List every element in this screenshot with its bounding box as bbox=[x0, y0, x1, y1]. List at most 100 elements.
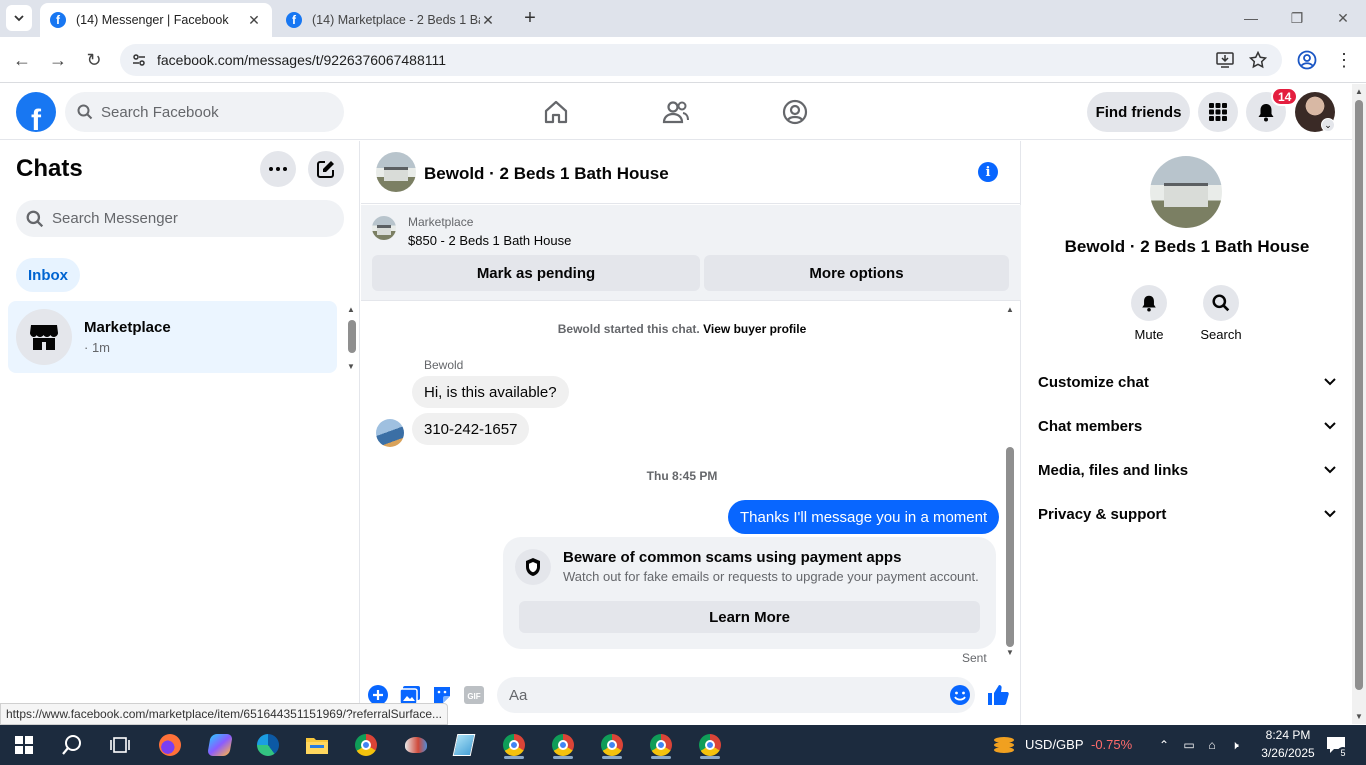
chrome-profile-icon[interactable] bbox=[549, 731, 577, 759]
profile-icon[interactable] bbox=[1295, 48, 1319, 72]
bookmark-star-icon[interactable] bbox=[1246, 48, 1270, 72]
notification-badge: 14 bbox=[1271, 87, 1299, 106]
message-input[interactable] bbox=[509, 686, 929, 704]
scroll-down-arrow[interactable]: ▼ bbox=[347, 362, 355, 371]
chat-name: Marketplace bbox=[84, 319, 171, 336]
chrome-icon[interactable] bbox=[352, 731, 380, 759]
thumbs-up-icon[interactable] bbox=[987, 684, 1009, 706]
friends-icon[interactable] bbox=[660, 96, 692, 128]
scroll-thumb[interactable] bbox=[1006, 447, 1014, 647]
search-action[interactable]: Search bbox=[1191, 285, 1251, 342]
chat-members-section[interactable]: Chat members bbox=[1030, 404, 1344, 448]
app-icon[interactable] bbox=[402, 731, 430, 759]
details-avatar[interactable] bbox=[1150, 156, 1222, 228]
chrome-profile-icon[interactable] bbox=[598, 731, 626, 759]
learn-more-button[interactable]: Learn More bbox=[519, 601, 980, 633]
link-status-bubble: https://www.facebook.com/marketplace/ite… bbox=[0, 703, 449, 725]
facebook-logo[interactable]: f bbox=[16, 92, 56, 132]
close-window-button[interactable]: ✕ bbox=[1320, 6, 1366, 30]
outgoing-message[interactable]: Thanks I'll message you in a moment bbox=[728, 500, 1000, 534]
sender-avatar[interactable] bbox=[376, 419, 404, 447]
chat-list-scrollbar[interactable]: ▲ ▼ bbox=[345, 305, 359, 371]
home-icon[interactable] bbox=[540, 96, 572, 128]
gif-icon[interactable]: GIF bbox=[463, 684, 485, 706]
tab-list-button[interactable] bbox=[6, 5, 32, 31]
privacy-support-section[interactable]: Privacy & support bbox=[1030, 492, 1344, 536]
mute-action[interactable]: Mute bbox=[1119, 285, 1179, 342]
conversation-avatar[interactable] bbox=[376, 152, 416, 192]
facebook-search[interactable] bbox=[65, 92, 344, 132]
chat-list-item[interactable]: Marketplace · 1m bbox=[8, 301, 337, 373]
menu-grid-button[interactable] bbox=[1198, 92, 1238, 132]
restore-button[interactable]: ❐ bbox=[1274, 6, 1320, 30]
chrome-profile-icon[interactable] bbox=[647, 731, 675, 759]
tab-messenger[interactable]: f (14) Messenger | Facebook ✕ bbox=[40, 3, 272, 37]
omnibox[interactable]: facebook.com/messages/t/9226376067488111 bbox=[120, 44, 1282, 76]
currency-pair[interactable]: USD/GBP bbox=[1025, 737, 1084, 752]
clock-time[interactable]: 8:24 PM bbox=[1260, 728, 1316, 742]
reload-button[interactable]: ↻ bbox=[81, 47, 107, 73]
network-icon[interactable]: ⌂ bbox=[1204, 737, 1220, 753]
facebook-search-input[interactable] bbox=[101, 103, 321, 121]
firefox-icon[interactable] bbox=[156, 731, 184, 759]
mark-as-pending-button[interactable]: Mark as pending bbox=[372, 255, 700, 291]
notes-app-icon[interactable] bbox=[450, 731, 478, 759]
chrome-profile-icon[interactable] bbox=[696, 731, 724, 759]
messenger-search[interactable] bbox=[16, 200, 344, 237]
currency-widget-icon[interactable] bbox=[990, 731, 1018, 759]
new-message-button[interactable] bbox=[308, 151, 344, 187]
more-options-button[interactable]: More options bbox=[704, 255, 1009, 291]
scroll-down-arrow[interactable]: ▼ bbox=[1355, 712, 1363, 721]
tab-close-icon[interactable]: ✕ bbox=[480, 12, 496, 29]
bell-icon bbox=[1131, 285, 1167, 321]
scroll-thumb[interactable] bbox=[1355, 100, 1363, 690]
clock-date[interactable]: 3/26/2025 bbox=[1254, 746, 1322, 760]
scroll-thumb[interactable] bbox=[348, 320, 356, 353]
incoming-message[interactable]: Hi, is this available? bbox=[412, 376, 569, 408]
messenger-search-input[interactable] bbox=[52, 210, 322, 227]
scroll-up-arrow[interactable]: ▲ bbox=[347, 305, 355, 314]
chevron-down-icon[interactable]: ⌄ bbox=[1321, 118, 1335, 132]
grid-icon bbox=[1209, 103, 1227, 121]
menu-kebab-icon[interactable]: ⋮ bbox=[1332, 48, 1356, 72]
new-tab-button[interactable]: + bbox=[518, 6, 542, 30]
view-buyer-profile-link[interactable]: View buyer profile bbox=[703, 322, 806, 336]
customize-chat-section[interactable]: Customize chat bbox=[1030, 360, 1344, 404]
site-info-icon[interactable] bbox=[130, 51, 148, 69]
message-input-wrapper[interactable] bbox=[497, 677, 975, 713]
scroll-up-arrow[interactable]: ▲ bbox=[1006, 305, 1014, 314]
copilot-icon[interactable] bbox=[206, 731, 234, 759]
page-scrollbar[interactable]: ▲ ▼ bbox=[1352, 84, 1366, 724]
chevron-up-icon[interactable]: ⌃ bbox=[1156, 737, 1172, 753]
forward-button[interactable]: → bbox=[45, 47, 71, 73]
chat-options-button[interactable] bbox=[260, 151, 296, 187]
edge-icon[interactable] bbox=[254, 731, 282, 759]
tab-close-icon[interactable]: ✕ bbox=[246, 12, 262, 29]
conversation-title[interactable]: Bewold · 2 Beds 1 Bath House bbox=[424, 164, 669, 184]
groups-icon[interactable] bbox=[779, 96, 811, 128]
inbox-filter-tab[interactable]: Inbox bbox=[16, 258, 80, 292]
section-label: Customize chat bbox=[1038, 373, 1149, 391]
listing-thumbnail[interactable] bbox=[372, 216, 396, 240]
shield-icon bbox=[515, 549, 551, 585]
search-icon[interactable] bbox=[58, 731, 86, 759]
file-explorer-icon[interactable] bbox=[303, 731, 331, 759]
listing-title[interactable]: $850 - 2 Beds 1 Bath House bbox=[408, 233, 571, 248]
incoming-message[interactable]: 310-242-1657 bbox=[412, 413, 530, 445]
back-button[interactable]: ← bbox=[9, 47, 35, 73]
scroll-up-arrow[interactable]: ▲ bbox=[1355, 87, 1363, 96]
info-icon[interactable]: i bbox=[978, 162, 998, 182]
device-icon[interactable]: ▭ bbox=[1181, 737, 1197, 753]
minimize-button[interactable]: — bbox=[1228, 6, 1274, 30]
install-app-icon[interactable] bbox=[1213, 48, 1237, 72]
task-view-icon[interactable] bbox=[106, 731, 134, 759]
windows-start-icon[interactable] bbox=[10, 731, 38, 759]
tab-marketplace[interactable]: f (14) Marketplace - 2 Beds 1 Bath ✕ bbox=[276, 3, 506, 37]
speaker-muted-icon[interactable]: 🕨 bbox=[1227, 737, 1243, 753]
emoji-icon[interactable] bbox=[949, 684, 971, 706]
find-friends-button[interactable]: Find friends bbox=[1087, 92, 1190, 132]
thread-scrollbar[interactable]: ▲ ▼ bbox=[1003, 302, 1017, 662]
chrome-profile-icon[interactable] bbox=[500, 731, 528, 759]
media-files-links-section[interactable]: Media, files and links bbox=[1030, 448, 1344, 492]
scroll-down-arrow[interactable]: ▼ bbox=[1006, 648, 1014, 657]
